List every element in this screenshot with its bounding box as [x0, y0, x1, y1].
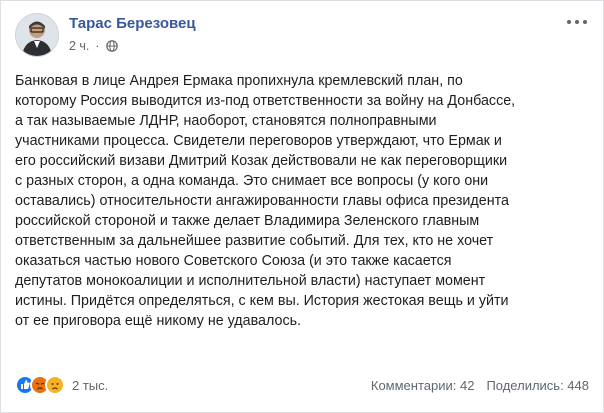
post-text-line: которому Россия выводится из-под ответст… [15, 93, 516, 109]
post-text-line: истины. Придётся определяться, с кем вы.… [15, 293, 509, 309]
sad-icon [45, 375, 65, 395]
post-text-line: ответственным за дальнейшее развитие соб… [15, 233, 494, 249]
more-options-icon[interactable] [565, 15, 589, 29]
avatar[interactable] [15, 13, 59, 57]
post-text-line: оказаться частью нового Советского Союза… [15, 253, 452, 269]
author-name[interactable]: Тарас Березовец [69, 15, 196, 32]
post-meta: 2 ч. · [69, 39, 118, 53]
post-text-line: его российский визави Дмитрий Козак дейс… [15, 153, 508, 169]
post-text-line: российской стороной и также делает Влади… [15, 213, 480, 229]
post-footer: 2 тыс. Комментарии: 42 Поделились: 448 [15, 371, 589, 399]
post-text-line: участниками процесса. Свидетели перегово… [15, 133, 502, 149]
dot [567, 20, 571, 24]
facebook-post: Тарас Березовец 2 ч. · Банковая в лице А… [0, 0, 604, 413]
post-text: Банковая в лице Андрея Ермака пропихнула… [15, 71, 593, 331]
post-timestamp[interactable]: 2 ч. [69, 39, 89, 53]
post-text-line: а так называемые ЛДНР, наоборот, становя… [15, 113, 437, 129]
dot-separator: · [95, 39, 100, 53]
reaction-count[interactable]: 2 тыс. [72, 378, 108, 393]
post-text-line: с разных сторон, а одна команда. Это сни… [15, 173, 489, 189]
post-text-line: оставались) относительности ангажированн… [15, 193, 509, 209]
reactions-summary[interactable]: 2 тыс. [15, 375, 108, 395]
shares-count[interactable]: Поделились: 448 [486, 378, 589, 393]
dot [583, 20, 587, 24]
comments-count[interactable]: Комментарии: 42 [371, 378, 475, 393]
dot [575, 20, 579, 24]
post-text-line: от ее приговора ещё никому не удавалось. [15, 313, 302, 329]
globe-icon[interactable] [105, 40, 118, 52]
post-text-line: Банковая в лице Андрея Ермака пропихнула… [15, 73, 463, 89]
avatar-portrait-icon [16, 14, 58, 56]
post-stats: Комментарии: 42 Поделились: 448 [371, 378, 589, 393]
post-text-line: депутатов монокоалиции и исполнительной … [15, 273, 486, 289]
